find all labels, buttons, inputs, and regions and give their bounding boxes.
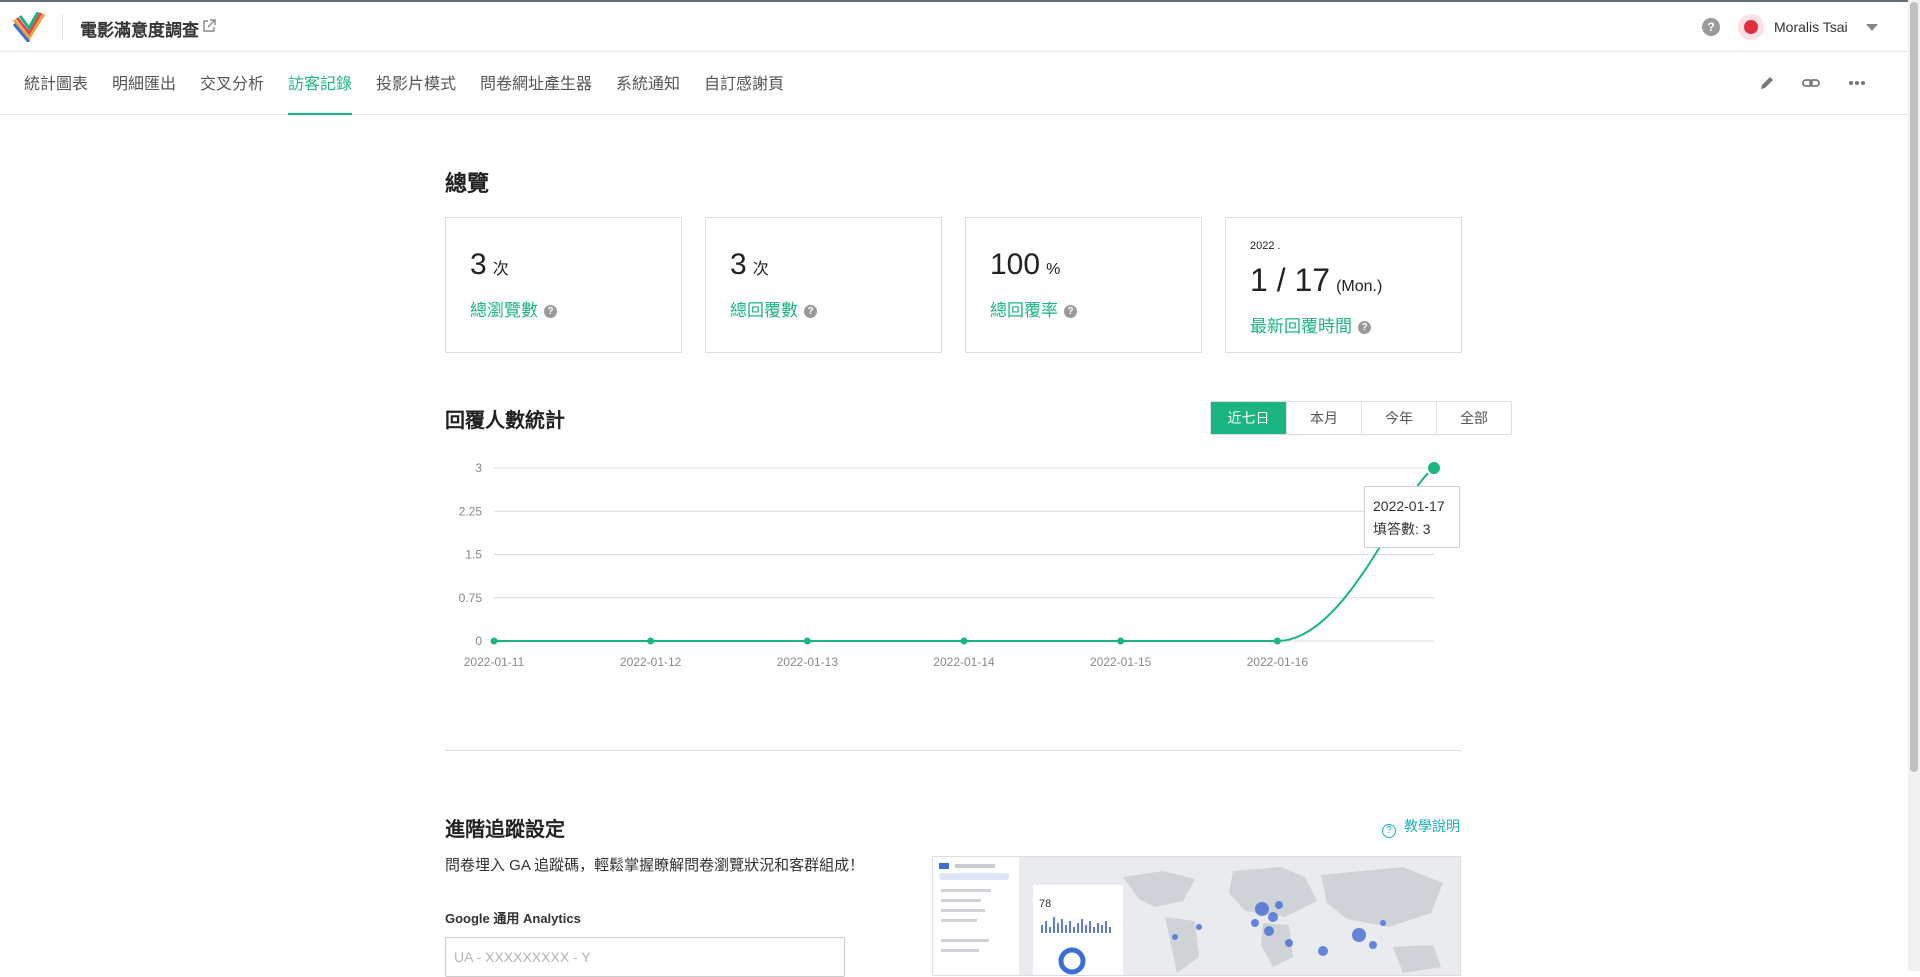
ga-tracking-input[interactable]: [445, 937, 845, 977]
page-scrollbar[interactable]: [1908, 0, 1920, 971]
tab-statistics-charts[interactable]: 統計圖表: [24, 70, 88, 115]
ga-field-label: Google 通用 Analytics: [445, 911, 581, 926]
x-tick-label: 2022-01-13: [777, 655, 839, 669]
ga-preview-image: 78: [932, 856, 1461, 976]
stat-label: 總回覆率?: [990, 296, 1077, 321]
stat-card-responses: 3次 總回覆數?: [705, 217, 942, 353]
stat-label: 總瀏覽數?: [470, 296, 557, 321]
tab-cross-analysis[interactable]: 交叉分析: [200, 70, 264, 115]
tab-bar: 統計圖表 明細匯出 交叉分析 訪客記錄 投影片模式 問卷網址產生器 系統通知 自…: [0, 52, 1908, 115]
stat-label: 最新回覆時間?: [1250, 312, 1371, 337]
app-logo-icon[interactable]: [12, 12, 46, 42]
tab-detail-export[interactable]: 明細匯出: [112, 70, 176, 115]
data-point: [1273, 637, 1281, 645]
help-icon[interactable]: ?: [544, 305, 557, 319]
link-icon[interactable]: [1800, 72, 1822, 94]
stat-card-views: 3次 總瀏覽數?: [445, 217, 682, 353]
tab-slideshow-mode[interactable]: 投影片模式: [376, 70, 456, 115]
stat-value: 100%: [990, 248, 1061, 281]
chart-tooltip: 2022-01-17 填答數: 3: [1364, 486, 1460, 548]
survey-title: 電影滿意度調查: [80, 21, 199, 40]
tab-visitor-records[interactable]: 訪客記錄: [288, 70, 353, 115]
help-icon[interactable]: ?: [1702, 18, 1720, 36]
data-point: [1117, 637, 1125, 645]
external-link-icon[interactable]: [202, 19, 216, 33]
advanced-tracking-title: 進階追蹤設定: [445, 819, 565, 841]
chevron-down-icon[interactable]: [1866, 24, 1878, 31]
help-icon[interactable]: ?: [1064, 305, 1077, 319]
avatar[interactable]: [1738, 14, 1764, 40]
data-point: [960, 637, 968, 645]
main-content: 總覽 3次 總瀏覽數? 3次 總回覆數? 100% 總回覆率? 2022 . 1…: [0, 116, 1908, 977]
scrollbar-thumb[interactable]: [1910, 2, 1918, 772]
responses-line-chart: 0 0.75 1.5 2.25 3 2022-01-11 2022-01-12 2022-01…: [459, 460, 1442, 669]
tutorial-link[interactable]: ? 教學說明: [1382, 816, 1460, 838]
help-circle-icon: ?: [1382, 824, 1396, 838]
edit-icon[interactable]: [1756, 72, 1778, 94]
data-point: [803, 637, 811, 645]
x-tick-label: 2022-01-11: [464, 655, 525, 669]
top-bar: 電影滿意度調查 ? Moralis Tsai: [0, 0, 1920, 52]
header-divider: [62, 14, 63, 40]
y-tick-label: 3: [475, 461, 482, 475]
tab-custom-thank-you-page[interactable]: 自訂感謝頁: [704, 70, 784, 115]
tooltip-value: 填答數: 3: [1373, 521, 1431, 537]
advanced-description: 問卷埋入 GA 追蹤碼，輕鬆掌握瞭解問卷瀏覽狀況和客群組成！: [445, 857, 865, 874]
data-point: [490, 637, 498, 645]
stat-value: 3次: [470, 248, 509, 281]
y-tick-label: 0: [475, 634, 482, 648]
stat-value: 3次: [730, 248, 769, 281]
ga-dashboard-illustration: 78: [933, 857, 1460, 975]
y-tick-label: 1.5: [465, 548, 482, 562]
range-last-7-days[interactable]: 近七日: [1211, 402, 1286, 434]
section-divider: [445, 750, 1461, 751]
user-name[interactable]: Moralis Tsai: [1774, 19, 1848, 35]
data-point: [647, 637, 655, 645]
response-stats-title: 回覆人數統計: [445, 410, 565, 432]
x-tick-label: 2022-01-12: [620, 655, 682, 669]
y-tick-label: 2.25: [459, 504, 483, 518]
help-icon[interactable]: ?: [804, 305, 817, 319]
help-icon[interactable]: ?: [1358, 321, 1371, 335]
data-point: [1426, 460, 1442, 476]
latest-date: 1 / 17 (Mon.): [1250, 262, 1383, 298]
x-tick-label: 2022-01-14: [933, 655, 995, 669]
range-this-year[interactable]: 今年: [1361, 402, 1436, 434]
stat-label: 總回覆數?: [730, 296, 817, 321]
stat-card-response-rate: 100% 總回覆率?: [965, 217, 1202, 353]
more-options-icon[interactable]: [1846, 72, 1868, 94]
range-all[interactable]: 全部: [1436, 402, 1511, 434]
date-range-selector: 近七日 本月 今年 全部: [1210, 401, 1512, 435]
latest-year: 2022 .: [1250, 240, 1281, 252]
tab-system-notifications[interactable]: 系統通知: [616, 70, 680, 115]
tooltip-date: 2022-01-17: [1373, 498, 1445, 514]
range-this-month[interactable]: 本月: [1286, 402, 1361, 434]
overview-title: 總覽: [445, 171, 490, 196]
tab-url-generator[interactable]: 問卷網址產生器: [480, 70, 592, 115]
y-tick-label: 0.75: [459, 591, 483, 605]
stat-card-latest-response: 2022 . 1 / 17 (Mon.) 最新回覆時間?: [1225, 217, 1462, 353]
x-tick-label: 2022-01-16: [1247, 655, 1309, 669]
svg-text:78: 78: [1039, 898, 1051, 910]
x-tick-label: 2022-01-15: [1090, 655, 1152, 669]
